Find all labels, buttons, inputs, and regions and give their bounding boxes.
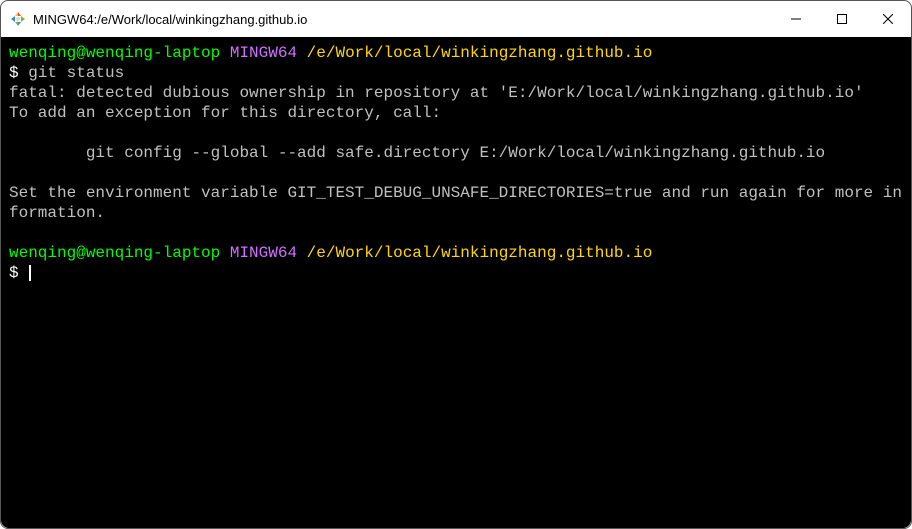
output-line: To add an exception for this directory, … bbox=[9, 104, 441, 122]
prompt-path: /e/Work/local/winkingzhang.github.io bbox=[307, 244, 653, 262]
maximize-button[interactable] bbox=[819, 1, 865, 37]
terminal-area[interactable]: wenqing@wenqing-laptop MINGW64 /e/Work/l… bbox=[1, 37, 911, 528]
prompt-path: /e/Work/local/winkingzhang.github.io bbox=[307, 44, 653, 62]
window-title: MINGW64:/e/Work/local/winkingzhang.githu… bbox=[33, 12, 773, 27]
prompt-user: wenqing@wenqing-laptop bbox=[9, 244, 220, 262]
prompt-symbol: $ bbox=[9, 64, 19, 82]
close-button[interactable] bbox=[865, 1, 911, 37]
output-line: Set the environment variable GIT_TEST_DE… bbox=[9, 184, 902, 222]
minimize-button[interactable] bbox=[773, 1, 819, 37]
output-line: git config --global --add safe.directory… bbox=[9, 144, 825, 162]
output-line: fatal: detected dubious ownership in rep… bbox=[9, 84, 864, 102]
close-icon bbox=[883, 14, 893, 24]
prompt-symbol: $ bbox=[9, 264, 19, 282]
minimize-icon bbox=[791, 14, 801, 24]
prompt-env: MINGW64 bbox=[230, 44, 297, 62]
app-icon bbox=[9, 10, 27, 28]
text-cursor bbox=[29, 265, 31, 281]
window-titlebar: MINGW64:/e/Work/local/winkingzhang.githu… bbox=[1, 1, 911, 37]
prompt-env: MINGW64 bbox=[230, 244, 297, 262]
maximize-icon bbox=[837, 14, 847, 24]
prompt-user: wenqing@wenqing-laptop bbox=[9, 44, 220, 62]
window-controls bbox=[773, 1, 911, 37]
command-text: git status bbox=[28, 64, 124, 82]
